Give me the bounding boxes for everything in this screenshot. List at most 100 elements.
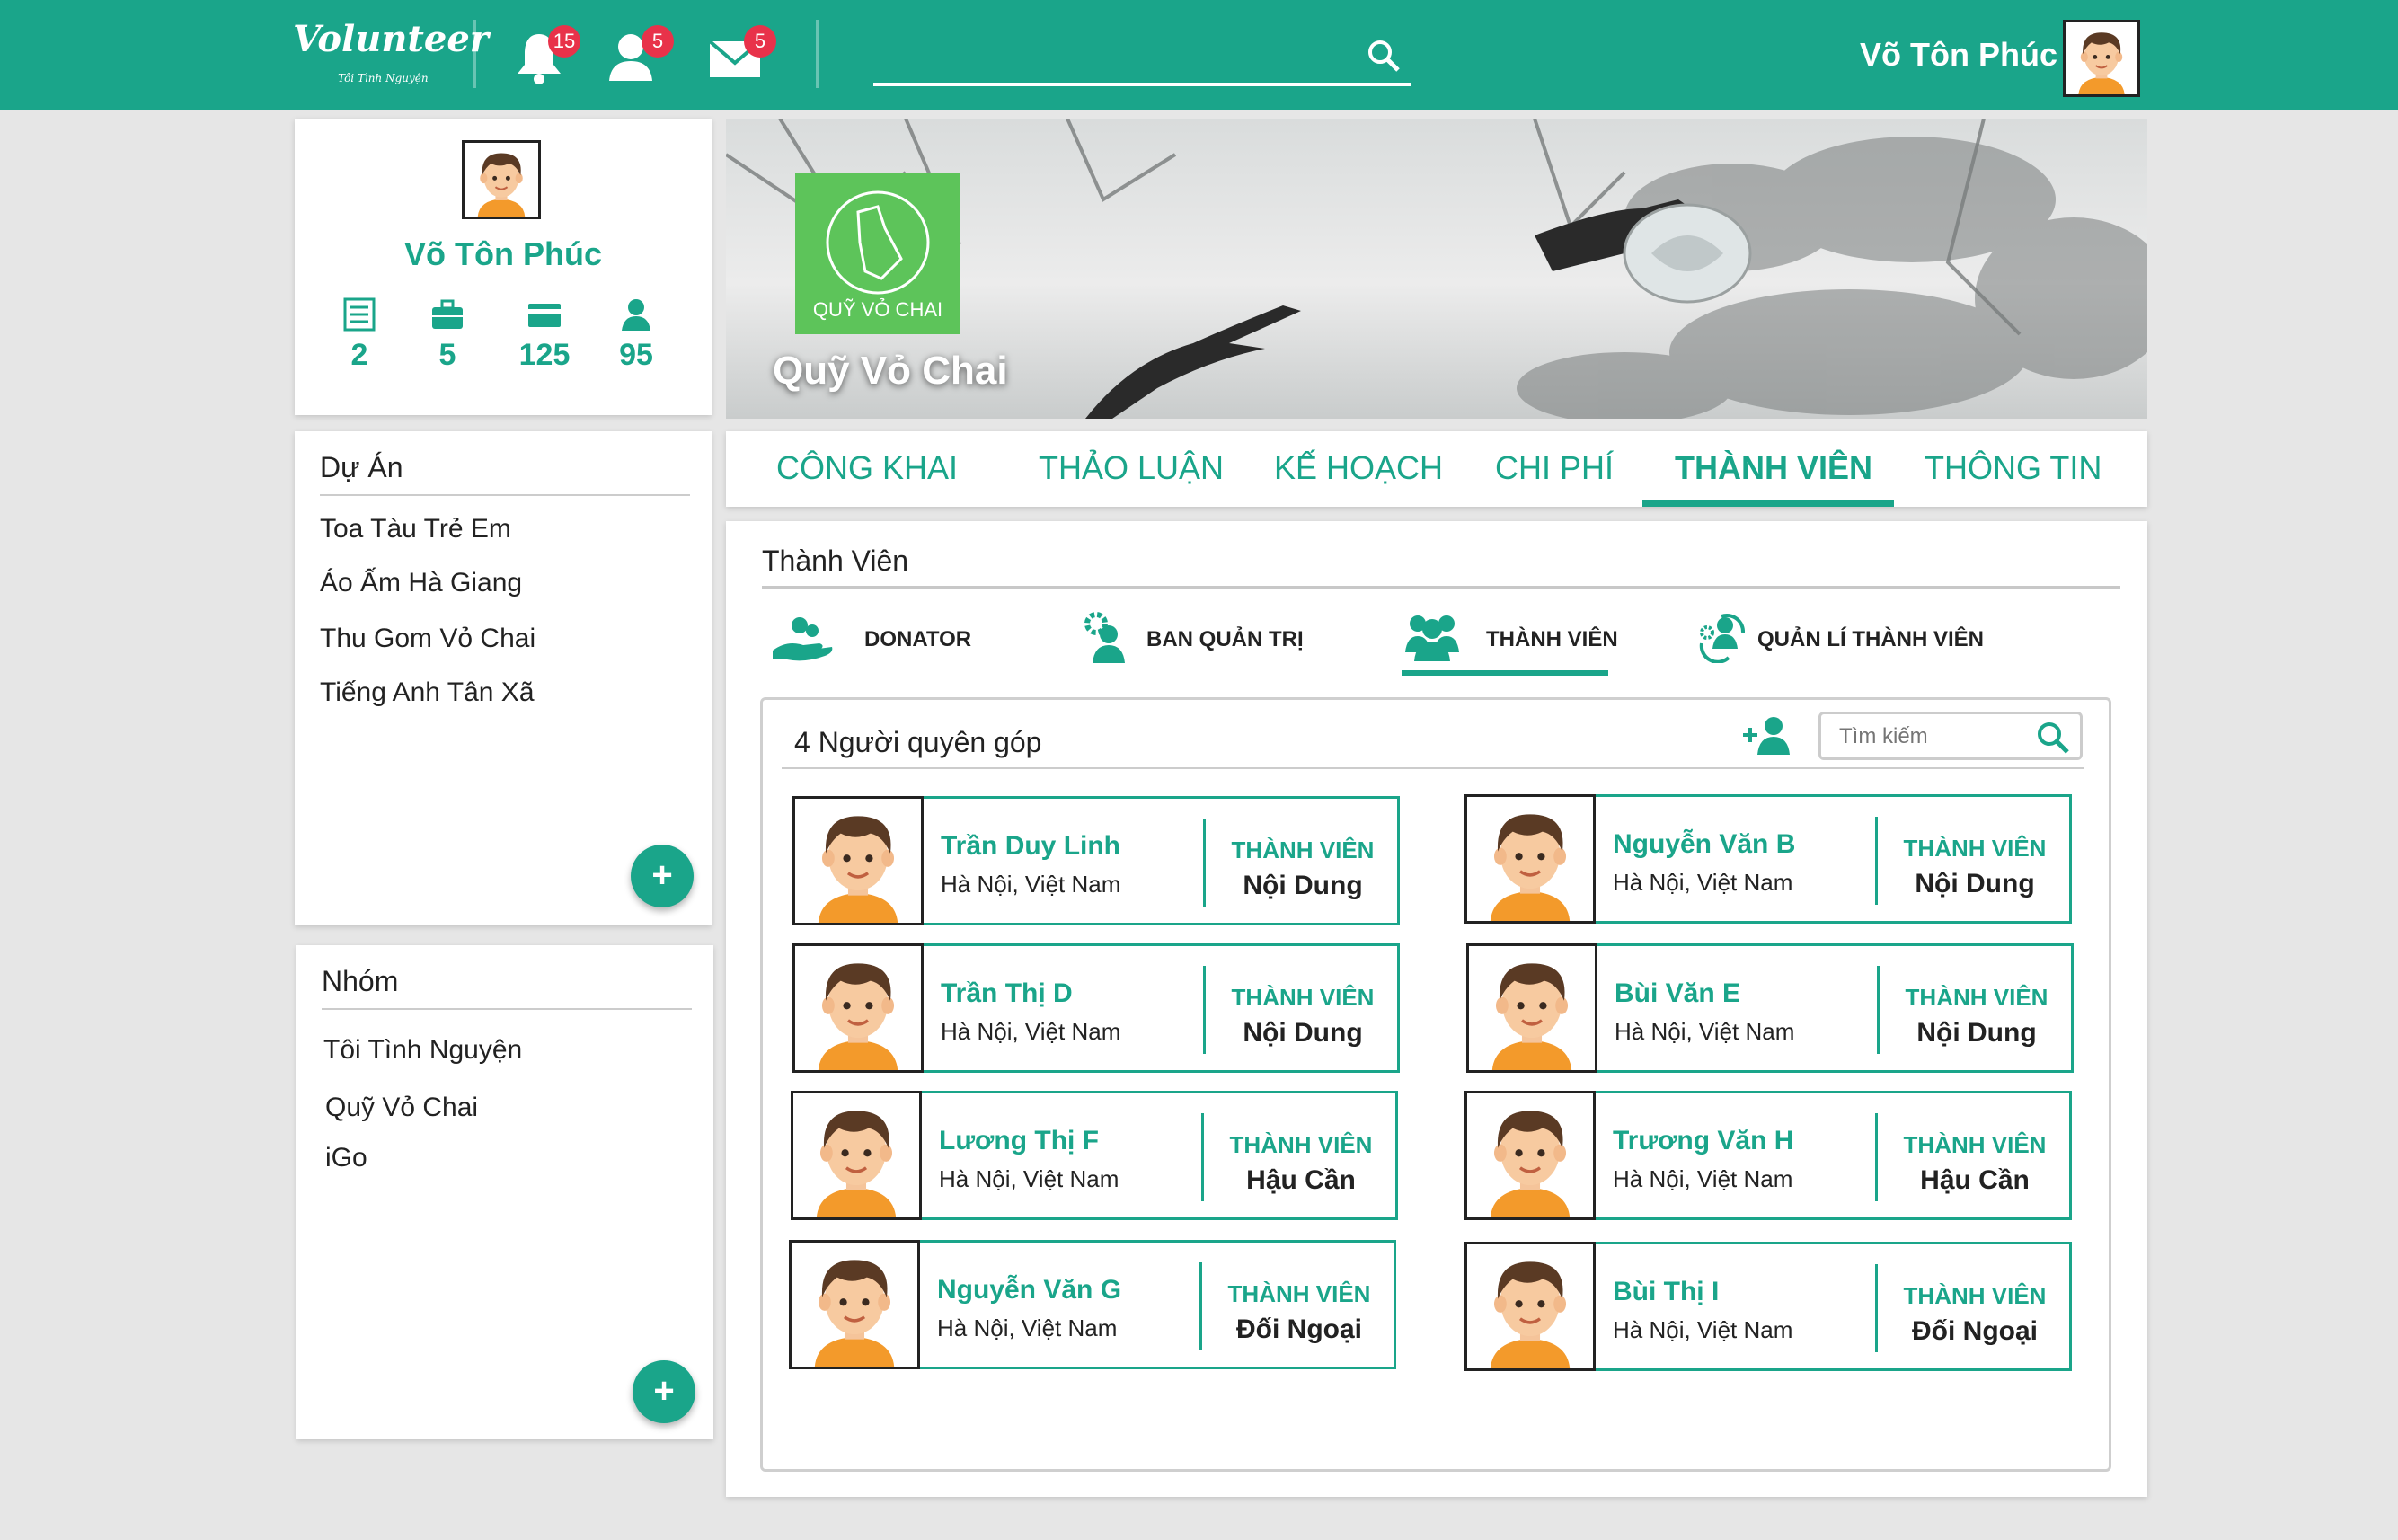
active-tab-indicator [1642, 500, 1894, 507]
member-location: Hà Nội, Việt Nam [939, 1165, 1119, 1192]
avatar-image [1469, 946, 1595, 1070]
top-search-bar[interactable] [873, 32, 1411, 86]
add-user-icon[interactable] [1743, 715, 1793, 757]
member-name[interactable]: Lương Thị F [939, 1126, 1099, 1156]
profile-avatar[interactable] [462, 140, 541, 219]
member-name[interactable]: Trương Văn H [1613, 1126, 1793, 1156]
top-user-avatar[interactable] [2063, 20, 2140, 97]
member-name[interactable]: Nguyễn Văn B [1613, 829, 1795, 860]
tab-info[interactable]: THÔNG TIN [1925, 449, 2102, 487]
top-user-name[interactable]: Võ Tôn Phúc [1851, 36, 2057, 74]
notifications-button[interactable]: 15 [510, 22, 580, 84]
member-role: THÀNH VIÊN [1229, 1131, 1373, 1158]
member-department: Hậu Cần [1920, 1165, 2030, 1195]
messages-button[interactable]: 5 [706, 22, 776, 84]
subtab-manage-members[interactable]: QUẢN LÍ THÀNH VIÊN [1757, 627, 1984, 652]
subtab-members[interactable]: THÀNH VIÊN [1486, 627, 1618, 652]
stat-value: 125 [518, 338, 571, 372]
member-divider [1201, 1113, 1204, 1201]
member-card[interactable]: Lương Thị F Hà Nội, Việt Nam THÀNH VIÊN … [791, 1091, 1398, 1220]
avatar-image [792, 1243, 917, 1367]
avatar-image [793, 1093, 919, 1217]
avatar-image [1467, 1093, 1593, 1217]
member-avatar[interactable] [792, 943, 924, 1073]
friend-requests-button[interactable]: 5 [604, 22, 674, 84]
members-count-title: 4 Người quyên góp [794, 726, 1042, 758]
tab-public[interactable]: CÔNG KHAI [776, 449, 958, 487]
tab-members[interactable]: THÀNH VIÊN [1675, 449, 1872, 487]
list-icon [343, 297, 376, 332]
member-divider [1199, 1262, 1202, 1350]
tab-plan[interactable]: KẾ HOẠCH [1274, 449, 1443, 487]
member-department: Nội Dung [1915, 869, 2035, 898]
member-name[interactable]: Trần Thị D [941, 978, 1073, 1009]
member-name[interactable]: Trần Duy Linh [941, 831, 1120, 862]
member-avatar[interactable] [1466, 943, 1597, 1073]
member-avatar[interactable] [1464, 1242, 1596, 1371]
member-department: Đối Ngoại [1236, 1314, 1362, 1344]
active-subtab-indicator [1402, 670, 1608, 676]
navbar-divider [473, 20, 476, 88]
member-avatar[interactable] [792, 796, 924, 925]
stat-jobs[interactable]: 5 [411, 296, 483, 373]
admin-gear-icon [1084, 612, 1125, 663]
tab-expenses[interactable]: CHI PHÍ [1495, 449, 1614, 487]
members-panel-divider [762, 586, 2120, 589]
member-avatar[interactable] [791, 1091, 922, 1220]
members-panel-title: Thành Viên [762, 544, 909, 577]
navbar-divider [816, 20, 819, 88]
add-group-button[interactable]: + [633, 1360, 695, 1423]
project-item[interactable]: Áo Ấm Hà Giang [320, 568, 522, 598]
bottle-icon: QUỸ VỎ CHAI [813, 190, 942, 321]
group-item[interactable]: Tôi Tình Nguyện [323, 1035, 522, 1066]
search-icon[interactable] [1366, 38, 1402, 74]
member-name[interactable]: Nguyễn Văn G [937, 1275, 1121, 1305]
add-project-button[interactable]: + [631, 845, 694, 907]
member-card[interactable]: Bùi Văn E Hà Nội, Việt Nam THÀNH VIÊN Nộ… [1466, 943, 2074, 1073]
subtab-admin[interactable]: BAN QUẢN TRỊ [1146, 627, 1304, 652]
member-card[interactable]: Bùi Thị I Hà Nội, Việt Nam THÀNH VIÊN Đố… [1464, 1242, 2072, 1371]
manage-members-icon [1699, 613, 1746, 663]
member-card[interactable]: Nguyễn Văn G Hà Nội, Việt Nam THÀNH VIÊN… [789, 1240, 1396, 1369]
member-divider [1203, 966, 1206, 1054]
project-logo-text: QUỸ VỎ CHAI [813, 298, 942, 321]
stat-followers[interactable]: 95 [600, 296, 672, 373]
member-location: Hà Nội, Việt Nam [1615, 1018, 1795, 1045]
stat-donations[interactable]: 125 [509, 296, 580, 373]
member-name[interactable]: Bùi Văn E [1615, 978, 1740, 1009]
member-card[interactable]: Trương Văn H Hà Nội, Việt Nam THÀNH VIÊN… [1464, 1091, 2072, 1220]
briefcase-icon [432, 299, 463, 329]
group-item[interactable]: iGo [325, 1143, 367, 1173]
member-card[interactable]: Nguyễn Văn B Hà Nội, Việt Nam THÀNH VIÊN… [1464, 794, 2072, 924]
member-card[interactable]: Trần Thị D Hà Nội, Việt Nam THÀNH VIÊN N… [792, 943, 1400, 1073]
card-icon [528, 304, 561, 327]
member-search-box[interactable] [1818, 712, 2083, 760]
member-card[interactable]: Trần Duy Linh Hà Nội, Việt Nam THÀNH VIÊ… [792, 796, 1400, 925]
donate-hand-icon [773, 617, 833, 661]
project-item[interactable]: Thu Gom Vỏ Chai [320, 624, 535, 654]
avatar-image [795, 799, 921, 923]
member-department: Nội Dung [1243, 871, 1363, 900]
member-department: Hậu Cần [1246, 1165, 1356, 1195]
groups-divider [322, 1008, 692, 1010]
member-role: THÀNH VIÊN [1903, 835, 2047, 862]
search-icon[interactable] [2035, 720, 2071, 756]
project-item[interactable]: Tiếng Anh Tân Xã [320, 677, 535, 708]
stat-projects[interactable]: 2 [323, 296, 395, 373]
project-item[interactable]: Toa Tàu Trẻ Em [320, 514, 511, 544]
group-item[interactable]: Quỹ Vỏ Chai [325, 1093, 478, 1123]
project-logo[interactable]: QUỸ VỎ CHAI [795, 173, 960, 334]
member-location: Hà Nội, Việt Nam [941, 871, 1121, 898]
volunteer-logo[interactable]: Volunteer Tôi Tình Nguyện [293, 18, 489, 90]
avatar-image [465, 143, 538, 217]
profile-name[interactable]: Võ Tôn Phúc [295, 235, 712, 273]
member-avatar[interactable] [1464, 1091, 1596, 1220]
subtab-donator[interactable]: DONATOR [864, 627, 971, 652]
member-search-input[interactable] [1839, 723, 2037, 750]
member-location: Hà Nội, Việt Nam [937, 1314, 1118, 1341]
tab-discussion[interactable]: THẢO LUẬN [1039, 449, 1224, 487]
member-name[interactable]: Bùi Thị I [1613, 1277, 1719, 1307]
member-avatar[interactable] [789, 1240, 920, 1369]
member-location: Hà Nội, Việt Nam [1613, 869, 1793, 896]
member-avatar[interactable] [1464, 794, 1596, 924]
